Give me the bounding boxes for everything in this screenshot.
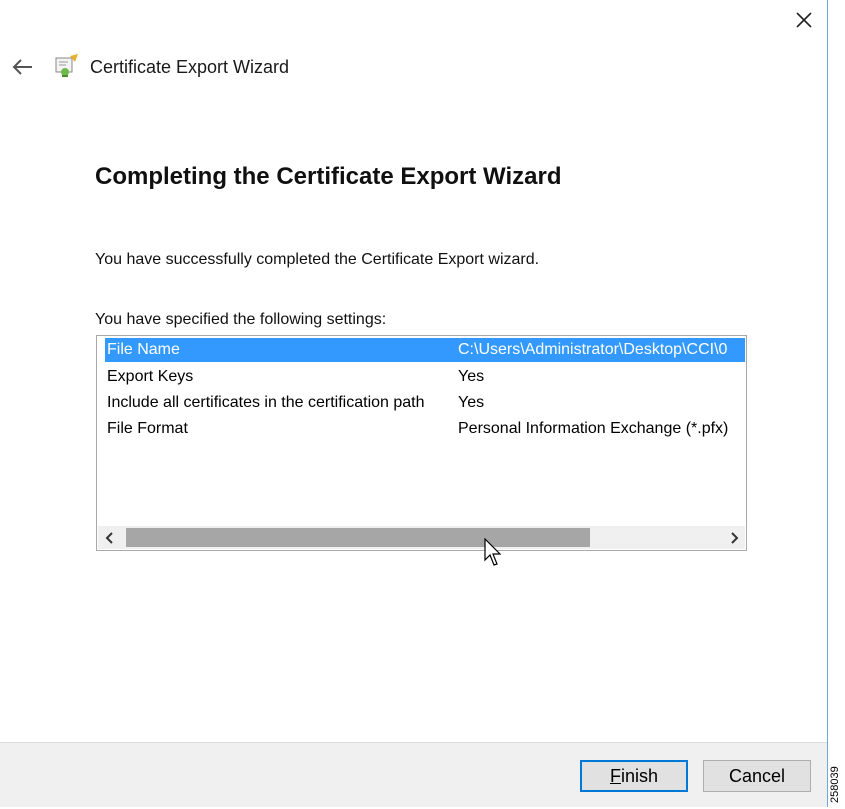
back-button[interactable] [6, 50, 40, 84]
scroll-thumb[interactable] [126, 528, 590, 547]
setting-value: C:\Users\Administrator\Desktop\CCI\0 [458, 341, 728, 358]
figure-id: 258039 [829, 766, 841, 804]
certificate-wizard-icon [55, 54, 78, 77]
success-message: You have successfully completed the Cert… [95, 251, 540, 268]
finish-button-label: Finish [609, 765, 659, 786]
wizard-footer: Finish Cancel [0, 742, 827, 807]
setting-key: Export Keys [107, 368, 194, 385]
back-arrow-icon [12, 59, 32, 75]
settings-row-include-certificates[interactable]: Include all certificates in the certific… [105, 391, 743, 415]
horizontal-scrollbar[interactable] [98, 526, 745, 549]
settings-list[interactable]: File Name C:\Users\Administrator\Desktop… [96, 335, 747, 551]
setting-value: Personal Information Exchange (*.pfx) [458, 420, 729, 437]
close-icon [796, 12, 812, 28]
mouse-pointer-icon [484, 538, 502, 566]
settings-row-export-keys[interactable]: Export Keys Yes [105, 365, 743, 389]
setting-key: File Format [107, 420, 188, 437]
finish-button[interactable]: Finish [580, 760, 688, 792]
page-title: Completing the Certificate Export Wizard [95, 163, 562, 190]
setting-value: Yes [458, 368, 485, 385]
scroll-left-button[interactable] [98, 526, 121, 549]
settings-row-file-format[interactable]: File Format Personal Information Exchang… [105, 417, 743, 441]
window-title: Certificate Export Wizard [90, 57, 290, 77]
settings-label: You have specified the following setting… [95, 311, 387, 328]
close-button[interactable] [784, 2, 824, 38]
chevron-left-icon [105, 531, 113, 544]
settings-row-file-name[interactable]: File Name C:\Users\Administrator\Desktop… [105, 338, 745, 362]
setting-key: File Name [107, 341, 180, 358]
cancel-button[interactable]: Cancel [703, 760, 811, 792]
setting-key: Include all certificates in the certific… [107, 394, 425, 411]
chevron-right-icon [730, 531, 738, 544]
scroll-right-button[interactable] [722, 526, 745, 549]
wizard-window: Certificate Export Wizard Completing the… [0, 0, 828, 807]
setting-value: Yes [458, 394, 485, 411]
cancel-button-label: Cancel [728, 765, 786, 786]
